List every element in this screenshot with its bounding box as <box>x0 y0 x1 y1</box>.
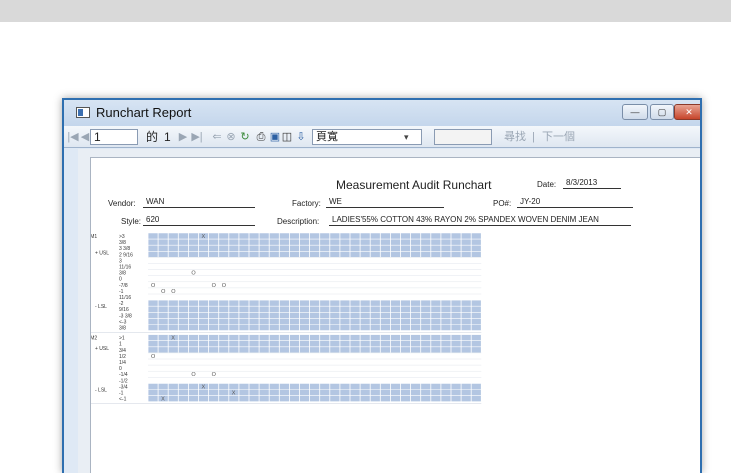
row-label: 1/2 <box>119 354 126 360</box>
find-label[interactable]: 尋找 <box>504 129 526 145</box>
shaded-row <box>148 318 482 325</box>
next-page-icon[interactable]: ▶ <box>176 130 190 144</box>
row-label: >1 <box>119 336 125 342</box>
row-label: 0 <box>119 366 122 372</box>
usl-label: + USL <box>95 346 109 352</box>
shaded-row <box>148 395 482 402</box>
pom-name: POM1 <box>91 234 97 240</box>
row-label: 2 9/16 <box>119 252 133 258</box>
row-label: -1 <box>119 391 124 397</box>
print-icon[interactable]: ⎙ <box>254 130 268 144</box>
shaded-row <box>148 324 482 331</box>
row-label: 3 <box>119 258 122 264</box>
window-title: Runchart Report <box>96 105 192 120</box>
lsl-label: - LSL <box>95 304 107 310</box>
find-input[interactable] <box>434 129 492 145</box>
row-label: >3 <box>119 234 125 240</box>
row-label: 3/8 <box>119 240 126 246</box>
toolbar-separator: | <box>532 131 535 143</box>
row-label: -1 <box>119 289 124 295</box>
row-label: -3/4 <box>119 384 128 390</box>
row-label: 1 <box>119 342 122 348</box>
row-label: -1/2 <box>119 378 128 384</box>
row-label: 0 <box>119 277 122 283</box>
shaded-row <box>148 251 482 258</box>
top-browser-bar <box>0 0 731 22</box>
row-label: -7/8 <box>119 283 128 289</box>
row-label: 3 3/8 <box>119 246 130 252</box>
close-button[interactable]: ✕ <box>674 104 700 120</box>
shaded-row <box>148 389 482 396</box>
shaded-row <box>148 334 482 341</box>
lsl-label: - LSL <box>95 388 107 394</box>
shaded-row <box>148 340 482 347</box>
page-number-input[interactable]: 1 <box>90 129 138 145</box>
row-label: 11/16 <box>119 295 131 301</box>
report-window: Runchart Report — ▢ ✕ |◀ ◀ 1 的 1 ▶ ▶| ⇐ … <box>62 98 702 473</box>
app-window-icon <box>76 107 90 118</box>
maximize-button[interactable]: ▢ <box>650 104 674 120</box>
stop-icon[interactable]: ⊗ <box>224 130 238 144</box>
shaded-row <box>148 233 482 240</box>
shaded-row <box>148 239 482 246</box>
shaded-row <box>148 346 482 353</box>
usl-label: + USL <box>95 250 109 256</box>
row-label: -1/4 <box>119 372 128 378</box>
shaded-row <box>148 383 482 390</box>
pom-name: POM2 <box>91 336 97 342</box>
viewer-toolbar: |◀ ◀ 1 的 1 ▶ ▶| ⇐ ⊗ ↻ ⎙ ▣ ◫ ⇩ 頁寬 ▾ 尋找 | … <box>64 126 700 148</box>
export-icon[interactable]: ⇩ <box>294 130 308 144</box>
row-label: <-3 <box>119 319 127 325</box>
row-label: 1/4 <box>119 360 126 366</box>
row-label: -3 3/8 <box>119 313 132 319</box>
page-setup-icon[interactable]: ◫ <box>280 130 294 144</box>
row-label: 11/16 <box>119 265 131 271</box>
shaded-row <box>148 245 482 252</box>
row-label: 3/8 <box>119 271 126 277</box>
row-label: 3/8 <box>119 326 126 332</box>
back-icon[interactable]: ⇐ <box>210 130 224 144</box>
refresh-icon[interactable]: ↻ <box>238 130 252 144</box>
row-label: <-1 <box>119 397 127 403</box>
shaded-row <box>148 306 482 313</box>
last-page-icon[interactable]: ▶| <box>190 130 204 144</box>
row-label: -2 <box>119 301 124 307</box>
find-next-label[interactable]: 下一個 <box>542 129 575 145</box>
page-of-label: 的 <box>146 130 159 144</box>
row-label: 3/4 <box>119 348 126 354</box>
row-label: 9/16 <box>119 307 129 313</box>
minimize-button[interactable]: — <box>622 104 648 120</box>
shaded-row <box>148 312 482 319</box>
report-page: Measurement Audit Runchart Date: 8/3/201… <box>90 157 700 473</box>
page-total-label: 1 <box>164 130 171 144</box>
report-canvas[interactable]: Measurement Audit Runchart Date: 8/3/201… <box>78 149 700 473</box>
window-titlebar[interactable]: Runchart Report — ▢ ✕ <box>64 100 700 126</box>
runchart-grid: POM1>3X3/83 3/82 9/16311/163/8O0-7/8OOO-… <box>91 232 482 404</box>
shaded-row <box>148 300 482 307</box>
zoom-chevron-down-icon[interactable]: ▾ <box>404 129 409 145</box>
